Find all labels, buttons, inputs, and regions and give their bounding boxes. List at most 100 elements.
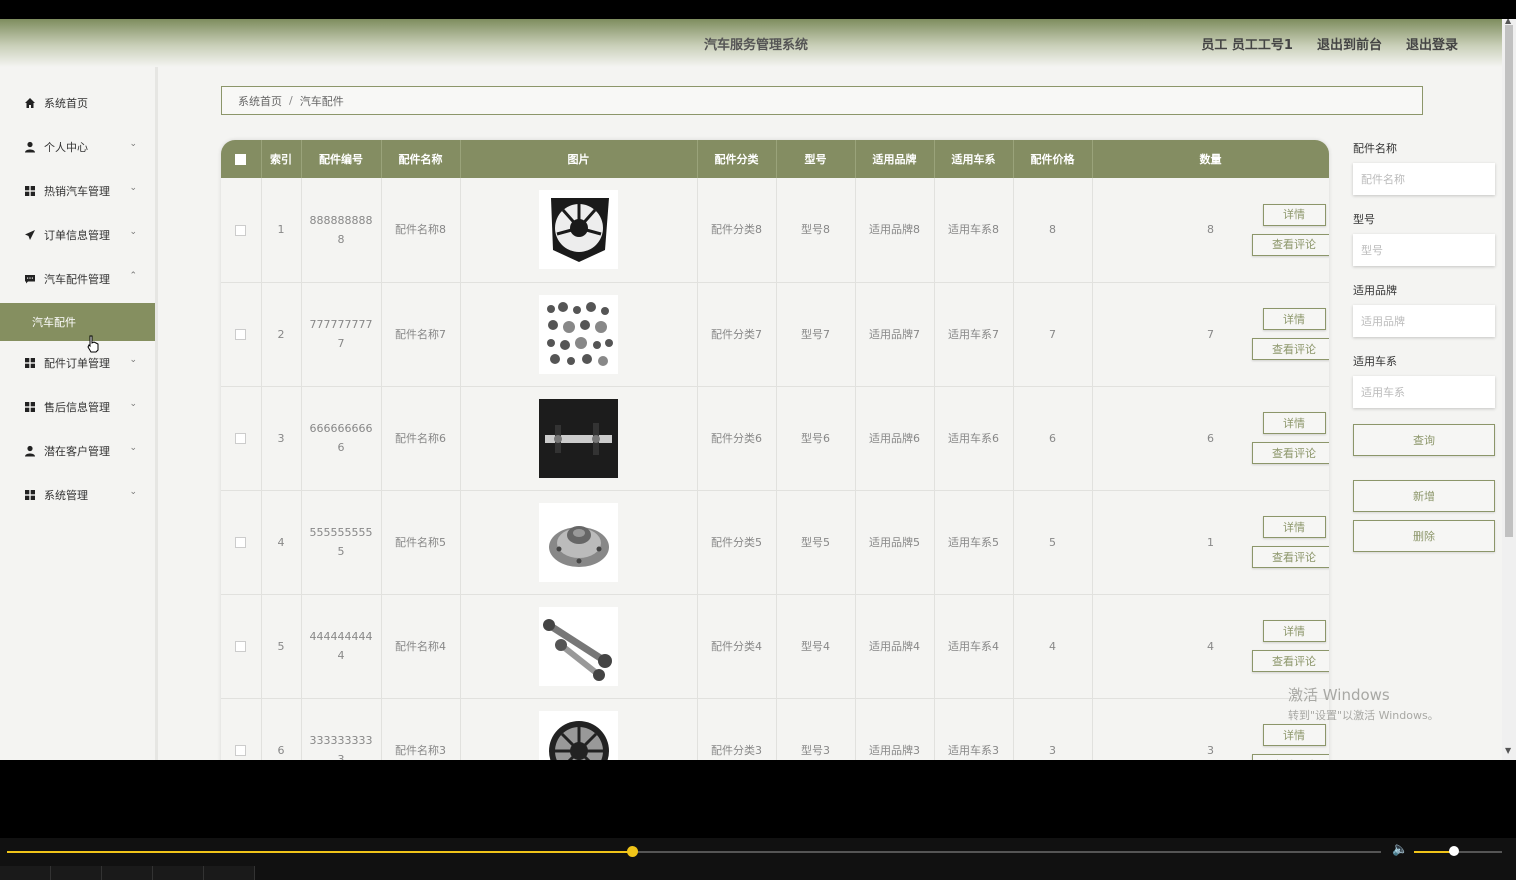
volume-handle[interactable] bbox=[1448, 846, 1459, 856]
view-comments-button[interactable]: 查看评论 bbox=[1251, 442, 1329, 464]
add-button[interactable]: 新增 bbox=[1353, 480, 1495, 512]
sidebar-item[interactable]: 系统首页 bbox=[0, 83, 155, 123]
sidebar-item[interactable]: 订单信息管理 ⌄ bbox=[0, 215, 155, 255]
cell-model: 型号7 bbox=[776, 282, 856, 387]
brand-filter-label: 适用品牌 bbox=[1353, 284, 1397, 297]
actions-row-top: 详情修改 bbox=[1262, 412, 1330, 434]
sidebar-item[interactable]: 热销汽车管理 ⌄ bbox=[0, 171, 155, 211]
breadcrumb-home[interactable]: 系统首页 bbox=[238, 93, 282, 109]
detail-button[interactable]: 详情 bbox=[1262, 203, 1326, 226]
chevron-down-icon: ⌄ bbox=[129, 399, 137, 409]
row-checkbox[interactable] bbox=[235, 745, 247, 756]
cell-brand: 适用品牌6 bbox=[855, 386, 935, 491]
sidebar-item[interactable]: 个人中心 ⌄ bbox=[0, 127, 155, 167]
volume-slider[interactable] bbox=[1414, 846, 1502, 856]
row-select-cell bbox=[221, 594, 262, 699]
cell-series: 适用车系6 bbox=[934, 386, 1014, 491]
chevron-down-icon: ⌄ bbox=[129, 487, 137, 497]
cell-code: 777777777 7 bbox=[301, 282, 382, 387]
sidebar-item[interactable]: 售后信息管理 ⌄ bbox=[0, 387, 155, 427]
chevron-down-icon: ⌄ bbox=[129, 183, 137, 193]
cell-series: 适用车系7 bbox=[934, 282, 1014, 387]
player-tab[interactable] bbox=[51, 866, 102, 880]
video-player-controls: 🔈 bbox=[0, 838, 1516, 880]
seek-bar[interactable] bbox=[7, 846, 1381, 857]
cell-series: 适用车系8 bbox=[934, 178, 1014, 283]
cell-price: 8 bbox=[1013, 178, 1093, 283]
cell-code-line1: 333333333 bbox=[309, 734, 373, 747]
player-tab[interactable] bbox=[153, 866, 204, 880]
view-comments-button[interactable]: 查看评论 bbox=[1251, 754, 1329, 760]
view-comments-button[interactable]: 查看评论 bbox=[1251, 338, 1329, 360]
cell-price: 6 bbox=[1013, 386, 1093, 491]
seek-handle[interactable] bbox=[627, 846, 639, 857]
exit-to-front-link[interactable]: 退出到前台 bbox=[1317, 34, 1382, 53]
name-filter-label: 配件名称 bbox=[1353, 142, 1397, 155]
detail-button[interactable]: 详情 bbox=[1262, 412, 1326, 434]
column-header: 图片 bbox=[460, 140, 698, 178]
logout-link[interactable]: 退出登录 bbox=[1406, 34, 1458, 53]
row-checkbox[interactable] bbox=[235, 329, 247, 340]
sidebar-item-label: 售后信息管理 bbox=[44, 401, 110, 414]
sidebar-item[interactable]: 汽车配件管理 ⌃ bbox=[0, 259, 155, 299]
view-comments-button[interactable]: 查看评论 bbox=[1251, 546, 1329, 568]
cell-image bbox=[460, 282, 698, 387]
name-filter-input[interactable] bbox=[1353, 163, 1495, 195]
player-tab[interactable] bbox=[204, 866, 255, 880]
row-checkbox[interactable] bbox=[235, 433, 247, 444]
sidebar-item[interactable]: 配件订单管理 ⌄ bbox=[0, 343, 155, 383]
row-checkbox[interactable] bbox=[235, 641, 247, 652]
detail-button[interactable]: 详情 bbox=[1262, 620, 1326, 642]
cell-code: 888888888 8 bbox=[301, 178, 382, 283]
actions-row-bottom: 查看评论删除 bbox=[1251, 338, 1329, 360]
scroll-down-icon[interactable]: ▼ bbox=[1505, 746, 1511, 755]
sidebar-subitem-parts[interactable]: 汽车配件 bbox=[0, 303, 155, 341]
cell-price: 7 bbox=[1013, 282, 1093, 387]
cell-code-line1: 555555555 bbox=[309, 526, 373, 539]
cell-name: 配件名称3 bbox=[381, 698, 461, 760]
player-tab[interactable] bbox=[102, 866, 153, 880]
view-comments-button[interactable]: 查看评论 bbox=[1251, 650, 1329, 672]
row-select-cell bbox=[221, 178, 262, 283]
actions-row-top: 详情修改 bbox=[1262, 516, 1330, 538]
detail-button[interactable]: 详情 bbox=[1262, 724, 1326, 746]
user-info: 员工 员工工号1 bbox=[1201, 38, 1293, 53]
cell-image bbox=[460, 698, 698, 760]
sidebar-item[interactable]: 潜在客户管理 ⌄ bbox=[0, 431, 155, 471]
shock-absorber-icon bbox=[539, 398, 618, 478]
table-row: 63333333333配件名称3配件分类3型号3适用品牌3适用车系333详情修改… bbox=[221, 698, 1329, 760]
actions-row-top: 详情修改 bbox=[1262, 308, 1330, 330]
sidebar-item-label: 订单信息管理 bbox=[44, 229, 110, 242]
sidebar-item-label: 配件订单管理 bbox=[44, 357, 110, 370]
send-icon bbox=[24, 229, 36, 241]
detail-button[interactable]: 详情 bbox=[1262, 516, 1326, 538]
sidebar-item[interactable]: 系统管理 ⌄ bbox=[0, 475, 155, 515]
player-tab[interactable] bbox=[0, 866, 51, 880]
home-icon bbox=[24, 97, 36, 109]
cell-code: 666666666 6 bbox=[301, 386, 382, 491]
volume-icon[interactable]: 🔈 bbox=[1392, 842, 1408, 857]
grid-icon bbox=[24, 357, 36, 369]
actions-row-bottom: 查看评论删除 bbox=[1251, 233, 1329, 256]
brand-filter-input[interactable] bbox=[1353, 305, 1495, 337]
grid-icon bbox=[24, 185, 36, 197]
batch-delete-button[interactable]: 删除 bbox=[1353, 520, 1495, 552]
detail-button[interactable]: 详情 bbox=[1262, 308, 1326, 330]
cell-code-line2: 7 bbox=[337, 337, 345, 350]
view-comments-button[interactable]: 查看评论 bbox=[1251, 233, 1329, 256]
column-header: 配件价格 bbox=[1013, 140, 1093, 178]
chevron-down-icon: ⌄ bbox=[129, 139, 137, 149]
row-checkbox[interactable] bbox=[235, 224, 247, 236]
cell-index: 2 bbox=[261, 282, 302, 387]
cell-code: 555555555 5 bbox=[301, 490, 382, 595]
mouse-cursor-icon bbox=[87, 335, 99, 353]
series-filter-input[interactable] bbox=[1353, 376, 1495, 408]
query-button[interactable]: 查询 bbox=[1353, 424, 1495, 456]
column-header: 型号 bbox=[776, 140, 856, 178]
page-scrollbar[interactable]: ▲ ▼ bbox=[1502, 19, 1516, 760]
scroll-thumb[interactable] bbox=[1505, 25, 1513, 537]
select-all-checkbox[interactable] bbox=[235, 154, 247, 165]
row-checkbox[interactable] bbox=[235, 537, 247, 548]
cell-index: 1 bbox=[261, 178, 302, 283]
model-filter-input[interactable] bbox=[1353, 234, 1495, 266]
